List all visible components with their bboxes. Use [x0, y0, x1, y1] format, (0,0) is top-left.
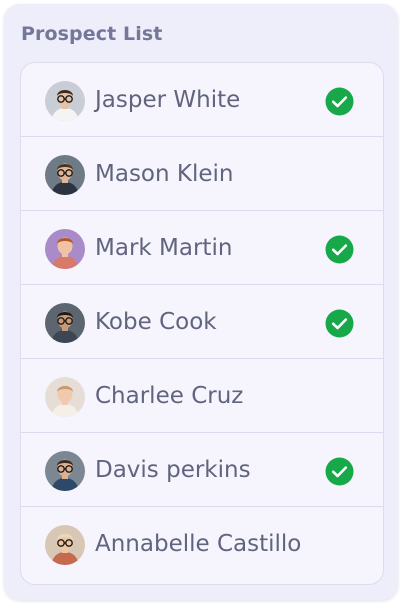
- avatar: [45, 525, 85, 565]
- prospect-row[interactable]: Charlee Cruz: [21, 359, 383, 433]
- prospect-name: Davis perkins: [95, 457, 251, 483]
- prospect-row[interactable]: Mason Klein: [21, 137, 383, 211]
- prospect-row[interactable]: Kobe Cook: [21, 285, 383, 359]
- check-circle-icon: [325, 457, 354, 486]
- check-circle-icon: [325, 87, 354, 116]
- avatar: [45, 81, 85, 121]
- prospect-name: Charlee Cruz: [95, 383, 244, 409]
- prospect-row[interactable]: Mark Martin: [21, 211, 383, 285]
- prospect-name: Mark Martin: [95, 235, 233, 261]
- check-circle-icon: [325, 309, 354, 338]
- panel-title: Prospect List: [21, 23, 163, 45]
- prospect-name: Annabelle Castillo: [95, 531, 302, 557]
- prospect-list: Jasper White Mason Klein Mark Martin Kobe C…: [20, 62, 384, 585]
- avatar: [45, 451, 85, 491]
- prospect-row[interactable]: Jasper White: [21, 63, 383, 137]
- prospect-name: Kobe Cook: [95, 309, 217, 335]
- avatar: [45, 155, 85, 195]
- prospect-row[interactable]: Annabelle Castillo: [21, 507, 383, 581]
- avatar: [45, 229, 85, 269]
- prospect-name: Jasper White: [95, 87, 241, 113]
- avatar: [45, 303, 85, 343]
- check-circle-icon: [325, 235, 354, 264]
- prospect-list-panel: Prospect List Jasper White Mason Klein Mar…: [4, 4, 398, 600]
- avatar: [45, 377, 85, 417]
- prospect-row[interactable]: Davis perkins: [21, 433, 383, 507]
- prospect-name: Mason Klein: [95, 161, 234, 187]
